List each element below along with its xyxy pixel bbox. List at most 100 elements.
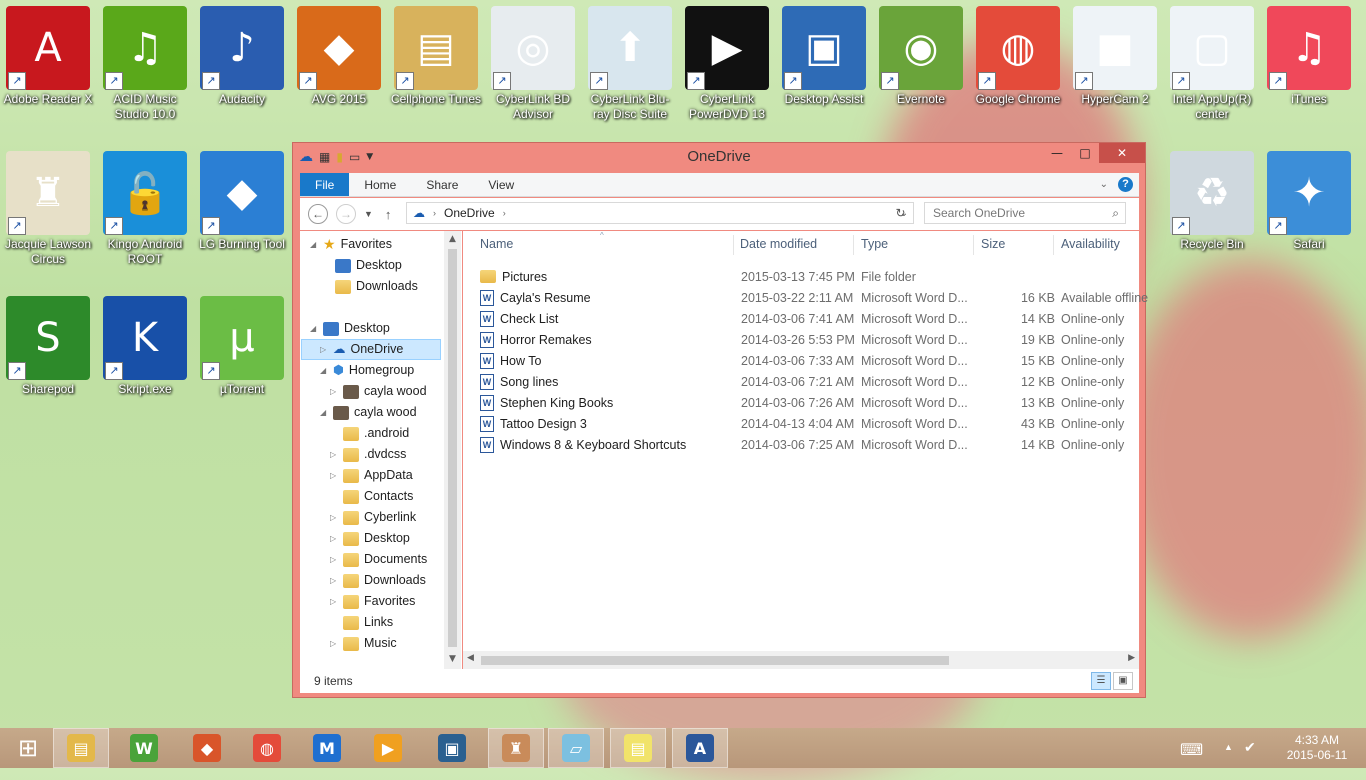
nav-item[interactable]: ▷ Favorites	[302, 591, 415, 612]
desktop-icon[interactable]: K ↗ Skript.exe	[99, 296, 191, 397]
desktop-icon[interactable]: ▢ ↗ Intel AppUp(R) center	[1166, 6, 1258, 122]
nav-item[interactable]: ▷ cayla wood	[302, 381, 427, 402]
column-header-size[interactable]: Size	[981, 237, 1005, 251]
expand-chevron-icon[interactable]: ▷	[330, 528, 338, 549]
nav-item[interactable]: ▷ Desktop	[302, 528, 410, 549]
table-row[interactable]: W Stephen King Books 2014-03-06 7:26 AM Mic…	[475, 393, 1135, 414]
desktop-icon[interactable]: 🔓 ↗ Kingo Android ROOT	[99, 151, 191, 267]
expand-chevron-icon[interactable]: ▷	[330, 381, 338, 402]
nav-item[interactable]: Desktop	[302, 255, 402, 276]
desktop-icon[interactable]: ♪ ↗ Audacity	[196, 6, 288, 107]
circus-taskbar-button[interactable]: ♜	[488, 728, 544, 768]
desktop-icon[interactable]: ♫ ↗ ACID Music Studio 10.0	[99, 6, 191, 122]
table-row[interactable]: W Windows 8 & Keyboard Shortcuts 2014-03-0…	[475, 435, 1135, 456]
expand-ribbon-icon[interactable]: ⌄	[1100, 179, 1108, 190]
nav-item[interactable]: ◢ ⬢ Homegroup	[302, 360, 414, 381]
notes-app-taskbar-button[interactable]: ▱	[548, 728, 604, 768]
nav-item[interactable]: ▷ Documents	[302, 549, 427, 570]
expand-chevron-icon[interactable]: ▷	[330, 444, 338, 465]
nav-item[interactable]: Contacts	[302, 486, 413, 507]
nav-item[interactable]: ▷ .dvdcss	[302, 444, 406, 465]
expand-chevron-icon[interactable]: ▷	[330, 570, 338, 591]
column-header-availability[interactable]: Availability	[1061, 237, 1120, 251]
desktop-icon[interactable]: ◎ ↗ CyberLink BD Advisor	[487, 6, 579, 122]
expand-chevron-icon[interactable]: ◢	[310, 318, 318, 339]
table-row[interactable]: W Song lines 2014-03-06 7:21 AM Microsoft W…	[475, 372, 1135, 393]
close-button[interactable]: ✕	[1099, 143, 1145, 163]
address-field[interactable]: ☁ › OneDrive › ⌄	[406, 202, 914, 224]
maximize-button[interactable]: □	[1071, 143, 1099, 163]
nav-item[interactable]: ▷ Music	[302, 633, 397, 654]
table-row[interactable]: W Horror Remakes 2014-03-26 5:53 PM Microso…	[475, 330, 1135, 351]
table-row[interactable]: W How To 2014-03-06 7:33 AM Microsoft Word …	[475, 351, 1135, 372]
minimize-button[interactable]: —	[1043, 143, 1071, 163]
nav-item[interactable]: Links	[302, 612, 393, 633]
video-app-taskbar-button[interactable]: ▣	[424, 728, 480, 768]
desktop-icon[interactable]: µ ↗ µTorrent	[196, 296, 288, 397]
title-bar[interactable]: ☁ ▦ ▮ ▭ ▼ OneDrive — □ ✕	[293, 143, 1145, 171]
nav-item[interactable]: ◢ ★ Favorites	[302, 234, 392, 255]
tab-file[interactable]: File	[300, 173, 350, 196]
desktop-icon[interactable]: ◍ ↗ Google Chrome	[972, 6, 1064, 107]
navigation-pane[interactable]: ◢ ★ Favorites Desktop Downloads ◢ Desktop ▷ ☁ One…	[300, 231, 462, 669]
desktop-icon[interactable]: ▶ ↗ CyberLink PowerDVD 13	[681, 6, 773, 122]
expand-chevron-icon[interactable]: ▷	[330, 591, 338, 612]
desktop-icon[interactable]: ■ ↗ HyperCam 2	[1069, 6, 1161, 107]
file-list-horizontal-scrollbar[interactable]: ◀ ▶	[463, 651, 1139, 669]
expand-chevron-icon[interactable]: ◢	[320, 360, 328, 381]
desktop-icon[interactable]: ♫ ↗ iTunes	[1263, 6, 1355, 107]
desktop-icon[interactable]: ▤ ↗ Cellphone Tunes	[390, 6, 482, 107]
desktop-icon[interactable]: ◆ ↗ LG Burning Tool	[196, 151, 288, 252]
nav-item[interactable]: Downloads	[302, 276, 418, 297]
desktop-icon[interactable]: ⬆ ↗ CyberLink Blu-ray Disc Suite	[584, 6, 676, 122]
scroll-down-icon[interactable]: ▼	[444, 654, 461, 664]
nav-item[interactable]: ▷ Downloads	[302, 570, 426, 591]
expand-chevron-icon[interactable]: ◢	[320, 402, 328, 423]
network-icon[interactable]: ✔	[1244, 739, 1256, 756]
table-row[interactable]: W Cayla's Resume 2015-03-22 2:11 AM Microso…	[475, 288, 1148, 309]
table-row[interactable]: W Check List 2014-03-06 7:41 AM Microsoft W…	[475, 309, 1135, 330]
nav-item[interactable]: ▷ AppData	[302, 465, 413, 486]
scroll-thumb[interactable]	[481, 656, 949, 665]
desktop-icon[interactable]: ✦ ↗ Safari	[1263, 151, 1355, 252]
refresh-button[interactable]: ↻	[888, 202, 914, 224]
table-row[interactable]: Pictures 2015-03-13 7:45 PM File folder	[475, 267, 1135, 288]
touch-keyboard-icon[interactable]: ⌨	[1180, 740, 1203, 760]
expand-chevron-icon[interactable]: ◢	[310, 234, 318, 255]
recent-locations-button[interactable]: ▼	[364, 209, 373, 219]
scroll-right-icon[interactable]: ▶	[1128, 653, 1135, 663]
expand-chevron-icon[interactable]: ▷	[330, 549, 338, 570]
column-header-date[interactable]: Date modified	[740, 237, 817, 251]
table-row[interactable]: W Tattoo Design 3 2014-04-13 4:04 AM Micros…	[475, 414, 1135, 435]
expand-chevron-icon[interactable]: ▷	[330, 465, 338, 486]
scroll-thumb[interactable]	[448, 249, 457, 647]
desktop-icon[interactable]: ♜ ↗ Jacquie Lawson Circus	[2, 151, 94, 267]
nav-pane-scrollbar[interactable]: ▲ ▼	[444, 231, 461, 669]
chrome-taskbar-button[interactable]: ◍	[239, 728, 295, 768]
back-button[interactable]: ←	[308, 204, 328, 224]
desktop-icon[interactable]: ◆ ↗ AVG 2015	[293, 6, 385, 107]
breadcrumb-onedrive[interactable]: OneDrive	[444, 206, 495, 220]
word-doc-taskbar-button[interactable]: A	[672, 728, 728, 768]
expand-chevron-icon[interactable]: ▷	[320, 339, 328, 360]
nav-item[interactable]: ▷ ☁ OneDrive	[301, 339, 441, 360]
media-player-taskbar-button[interactable]: ▶	[360, 728, 416, 768]
app-w-taskbar-button[interactable]: W	[116, 728, 172, 768]
column-separator[interactable]	[853, 235, 854, 255]
column-separator[interactable]	[973, 235, 974, 255]
desktop-icon[interactable]: ♻ ↗ Recycle Bin	[1166, 151, 1258, 252]
breadcrumb-sep-icon[interactable]: ›	[433, 208, 436, 218]
search-input[interactable]: Search OneDrive ⌕	[924, 202, 1126, 224]
expand-chevron-icon[interactable]: ▷	[330, 633, 338, 654]
desktop-icon[interactable]: ▣ ↗ Desktop Assist	[778, 6, 870, 107]
breadcrumb-sep-icon[interactable]: ›	[503, 208, 506, 218]
file-explorer-taskbar-button[interactable]: ▤	[53, 728, 109, 768]
desktop-icon[interactable]: S ↗ Sharepod	[2, 296, 94, 397]
malwarebytes-taskbar-button[interactable]: M	[299, 728, 355, 768]
forward-button[interactable]: →	[336, 204, 356, 224]
help-icon[interactable]: ?	[1118, 177, 1133, 192]
column-header-name[interactable]: Name	[480, 237, 513, 251]
explorer-window[interactable]: ☁ ▦ ▮ ▭ ▼ OneDrive — □ ✕ File Home Share…	[292, 142, 1148, 698]
up-button[interactable]: ↑	[385, 207, 392, 222]
large-icons-view-icon[interactable]: ▣	[1113, 672, 1133, 690]
